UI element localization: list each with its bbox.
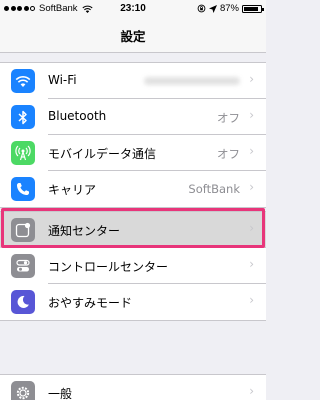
phone-icon [11, 177, 35, 201]
highlight-frame [1, 208, 265, 248]
settings-row-general[interactable]: 一般 › [0, 375, 266, 400]
bluetooth-icon [11, 105, 35, 129]
status-right: 87% [197, 3, 264, 14]
do-not-disturb-label: おやすみモード [48, 296, 133, 310]
orientation-lock-icon [197, 4, 206, 13]
status-bar: SoftBank 23:10 87% [0, 0, 266, 17]
page-title: 設定 [120, 29, 146, 44]
chevron-right-icon: › [249, 384, 254, 398]
chevron-right-icon: › [249, 293, 254, 307]
battery-percent: 87% [219, 3, 239, 14]
wifi-network-name-blurred [144, 77, 240, 85]
settings-row-do-not-disturb[interactable]: おやすみモード › [0, 284, 266, 320]
control-center-label: コントロールセンター [48, 260, 169, 274]
bluetooth-status: オフ [217, 111, 240, 125]
chevron-right-icon: › [249, 144, 254, 158]
cellular-icon [11, 141, 35, 165]
bluetooth-label: Bluetooth [48, 109, 107, 123]
moon-icon [11, 290, 35, 314]
carrier-value: SoftBank [188, 182, 240, 196]
chevron-right-icon: › [249, 108, 254, 122]
settings-row-carrier[interactable]: キャリア SoftBank › [0, 171, 266, 207]
mobile-data-status: オフ [217, 147, 240, 161]
settings-row-wifi[interactable]: Wi-Fi › [0, 63, 266, 99]
mobile-data-label: モバイルデータ通信 [48, 147, 157, 161]
location-icon [208, 4, 217, 13]
chevron-right-icon: › [249, 72, 254, 86]
navigation-bar: 設定 [0, 17, 266, 53]
general-group: 一般 › [0, 374, 266, 400]
settings-row-bluetooth[interactable]: Bluetooth オフ › [0, 99, 266, 135]
gear-icon [11, 381, 35, 400]
settings-row-control-center[interactable]: コントロールセンター › [0, 248, 266, 284]
connectivity-group: Wi-Fi › Bluetooth オフ › モバイルデータ通信 オフ › キャ… [0, 62, 266, 208]
control-center-icon [11, 254, 35, 278]
carrier-label: キャリア [48, 183, 97, 197]
wifi-icon [11, 69, 35, 93]
chevron-right-icon: › [249, 180, 254, 194]
chevron-right-icon: › [249, 257, 254, 271]
general-label: 一般 [48, 387, 73, 400]
wifi-label: Wi-Fi [48, 73, 77, 87]
settings-row-mobile-data[interactable]: モバイルデータ通信 オフ › [0, 135, 266, 171]
battery-icon [242, 4, 264, 13]
